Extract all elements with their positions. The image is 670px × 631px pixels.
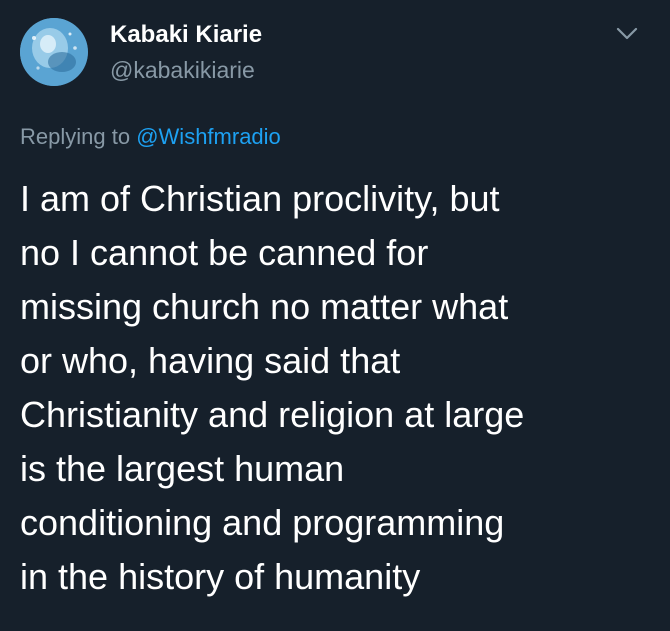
tweet-text: I am of Christian proclivity, but no I c… bbox=[20, 178, 525, 597]
tweet-header: Kabaki Kiarie @kabakikiarie bbox=[20, 18, 650, 86]
replying-to: Replying to @Wishfmradio bbox=[20, 122, 650, 152]
replying-to-label: Replying to bbox=[20, 124, 131, 149]
display-name[interactable]: Kabaki Kiarie bbox=[110, 20, 262, 50]
author-info: Kabaki Kiarie @kabakikiarie bbox=[110, 20, 262, 86]
avatar-image-icon bbox=[20, 18, 88, 86]
user-handle[interactable]: @kabakikiarie bbox=[110, 54, 262, 86]
reply-mention-link[interactable]: @Wishfmradio bbox=[136, 124, 281, 149]
chevron-down-icon[interactable] bbox=[614, 20, 640, 46]
tweet-card: Kabaki Kiarie @kabakikiarie Replying to … bbox=[0, 0, 670, 631]
avatar[interactable] bbox=[20, 18, 88, 86]
